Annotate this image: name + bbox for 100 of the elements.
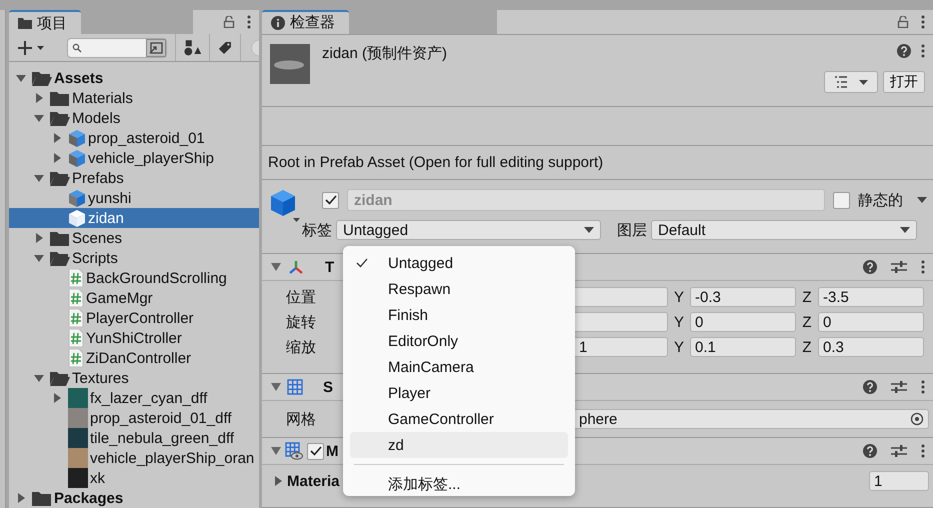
help-icon[interactable]: [863, 380, 877, 394]
enabled-checkbox[interactable]: [307, 442, 324, 460]
active-checkbox[interactable]: [322, 192, 339, 209]
menu-item[interactable]: Respawn: [350, 276, 568, 302]
tree-item-label: fx_lazer_cyan_dff: [90, 390, 208, 406]
tree-item[interactable]: prop_asteroid_01_dff: [9, 408, 259, 428]
z-field[interactable]: 0: [818, 312, 924, 332]
tree-item[interactable]: PlayerController: [9, 308, 259, 328]
script-file-icon: [68, 269, 84, 287]
sliders-icon[interactable]: [891, 260, 907, 274]
tree-item-label: Prefabs: [72, 170, 124, 186]
tree-item-label: zidan: [88, 210, 124, 226]
expand-arrow-icon[interactable]: [52, 133, 62, 143]
tree-item-label: xk: [90, 470, 105, 486]
caret-icon[interactable]: [917, 197, 927, 204]
collapse-arrow-icon[interactable]: [271, 447, 281, 456]
expand-arrow-icon[interactable]: [16, 493, 26, 503]
static-checkbox[interactable]: [833, 192, 850, 209]
collapse-arrow-icon[interactable]: [16, 73, 26, 83]
expand-arrow-icon[interactable]: [34, 233, 44, 243]
open-button[interactable]: 打开: [883, 70, 925, 93]
tree-item[interactable]: Prefabs: [9, 168, 259, 188]
tree-item[interactable]: Materials: [9, 88, 259, 108]
tree-item[interactable]: prop_asteroid_01: [9, 128, 259, 148]
tree-item[interactable]: zidan: [9, 208, 259, 228]
collapse-arrow-icon[interactable]: [271, 383, 281, 392]
more-icon[interactable]: [921, 44, 925, 58]
menu-item[interactable]: Finish: [350, 302, 568, 328]
tree-item-label: Scripts: [72, 250, 118, 266]
more-icon[interactable]: [247, 15, 251, 29]
tree-item[interactable]: Scripts: [9, 248, 259, 268]
sliders-icon[interactable]: [891, 380, 907, 394]
scene-search-icon[interactable]: [146, 38, 166, 56]
tree-item[interactable]: vehicle_playerShip: [9, 148, 259, 168]
collapse-arrow-icon[interactable]: [34, 113, 44, 123]
count-field[interactable]: 1: [869, 471, 929, 492]
component-title[interactable]: M: [326, 442, 338, 460]
more-icon[interactable]: [921, 260, 925, 274]
more-icon[interactable]: [921, 444, 925, 458]
y-field[interactable]: -0.3: [690, 287, 796, 308]
tree-item[interactable]: xk: [9, 468, 259, 488]
tree-item[interactable]: yunshi: [9, 188, 259, 208]
help-icon[interactable]: [897, 44, 911, 58]
materials-label[interactable]: Materia: [287, 472, 340, 490]
tree-item[interactable]: Scenes: [9, 228, 259, 248]
help-icon[interactable]: [863, 260, 877, 274]
tree-item[interactable]: Assets: [9, 68, 259, 88]
lock-icon[interactable]: [897, 16, 909, 28]
tree-item-label: Assets: [54, 70, 104, 86]
tree-item[interactable]: tile_nebula_green_dff: [9, 428, 259, 448]
collapse-arrow-icon[interactable]: [34, 253, 44, 263]
collapse-arrow-icon[interactable]: [34, 373, 44, 383]
y-field[interactable]: 0.1: [690, 337, 796, 358]
expand-arrow-icon[interactable]: [274, 476, 283, 486]
menu-item[interactable]: Untagged: [350, 250, 568, 276]
menu-item[interactable]: zd: [350, 432, 568, 458]
tree-item[interactable]: Textures: [9, 368, 259, 388]
tree-item-label: YunShiCtroller: [86, 330, 182, 346]
property-label: 旋转: [286, 314, 316, 331]
folder-icon: [32, 490, 52, 506]
tree-item[interactable]: vehicle_playerShip_oran: [9, 448, 259, 468]
expand-arrow-icon[interactable]: [52, 393, 62, 403]
add-tag-menu-item[interactable]: 添加标签...: [350, 471, 568, 497]
static-label: 静态的: [858, 190, 903, 210]
create-button[interactable]: [17, 40, 45, 56]
y-field[interactable]: 0: [690, 312, 796, 332]
inspector-tab[interactable]: 检查器: [262, 10, 349, 34]
tag-icon[interactable]: [218, 40, 232, 56]
tree-item[interactable]: BackGroundScrolling: [9, 268, 259, 288]
layer-dropdown[interactable]: Default: [651, 220, 917, 240]
lock-icon[interactable]: [223, 16, 235, 28]
z-field[interactable]: 0.3: [818, 337, 924, 358]
expand-arrow-icon[interactable]: [52, 153, 62, 163]
tree-item[interactable]: ZiDanController: [9, 348, 259, 368]
expand-arrow-icon[interactable]: [34, 93, 44, 103]
tree-item[interactable]: GameMgr: [9, 288, 259, 308]
sliders-icon[interactable]: [891, 444, 907, 458]
open-folder-icon: [50, 250, 70, 266]
search-field[interactable]: [67, 38, 167, 58]
target-icon[interactable]: [910, 412, 924, 426]
shapes-icon[interactable]: [184, 38, 202, 56]
tree-item-label: Packages: [54, 490, 124, 506]
more-icon[interactable]: [921, 14, 925, 29]
tree-item[interactable]: Models: [9, 108, 259, 128]
project-tab[interactable]: 项目: [9, 10, 81, 34]
help-icon[interactable]: [863, 444, 877, 458]
more-icon[interactable]: [921, 380, 925, 394]
tree-item[interactable]: Packages: [9, 488, 259, 508]
z-field[interactable]: -3.5: [818, 287, 924, 308]
component-title[interactable]: T: [325, 258, 334, 276]
menu-item[interactable]: Player: [350, 380, 568, 406]
tree-item[interactable]: YunShiCtroller: [9, 328, 259, 348]
cube-icon[interactable]: [270, 189, 300, 224]
collapse-arrow-icon[interactable]: [34, 173, 44, 183]
component-title[interactable]: S: [323, 378, 334, 396]
tree-item[interactable]: fx_lazer_cyan_dff: [9, 388, 259, 408]
axis-label: Y: [672, 314, 685, 331]
tag-dropdown[interactable]: Untagged: [336, 220, 601, 240]
collapse-arrow-icon[interactable]: [271, 263, 281, 272]
list-dropdown-button[interactable]: [824, 70, 878, 93]
